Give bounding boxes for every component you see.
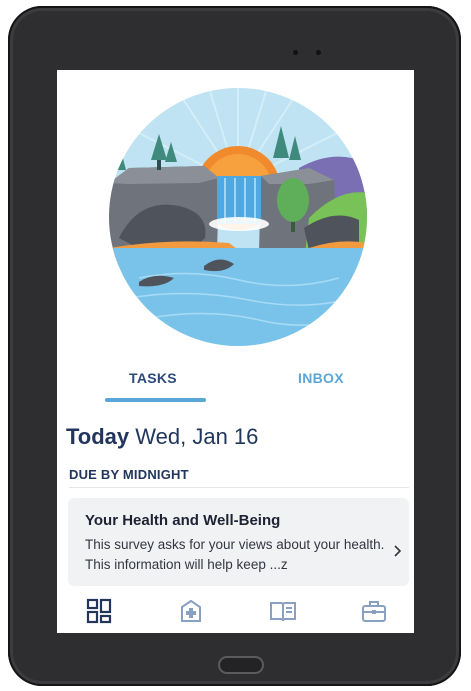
nav-medical[interactable] [176, 596, 206, 626]
tab-inbox[interactable]: INBOX [298, 370, 344, 386]
home-button[interactable] [218, 656, 264, 674]
task-title: Your Health and Well-Being [85, 512, 281, 529]
camera-dot [293, 50, 298, 55]
nav-library[interactable] [268, 596, 298, 626]
sensor-dot [316, 50, 321, 55]
briefcase-icon [362, 601, 386, 622]
dashboard-icon [86, 598, 112, 624]
tab-tasks[interactable]: TASKS [129, 370, 177, 386]
section-divider [69, 487, 409, 488]
bottom-nav [57, 592, 414, 632]
book-icon [270, 602, 296, 622]
active-tab-indicator [105, 398, 206, 402]
task-description: This survey asks for your views about yo… [85, 537, 385, 572]
date-label: Wed, Jan 16 [135, 424, 259, 449]
waterfall-illustration [109, 88, 367, 346]
nav-toolkit[interactable] [359, 596, 389, 626]
section-header: DUE BY MIDNIGHT [69, 467, 189, 482]
nav-dashboard[interactable] [84, 596, 114, 626]
medical-plus-icon [181, 599, 201, 622]
task-card[interactable]: Your Health and Well-Being This survey a… [68, 498, 409, 586]
today-label: Today [66, 424, 130, 449]
app-screen: TASKS INBOX Today Wed, Jan 16 DUE BY MID… [57, 70, 414, 633]
chevron-right-icon [394, 545, 402, 557]
page-title: Today Wed, Jan 16 [66, 424, 258, 450]
tab-bar: TASKS INBOX [57, 370, 414, 410]
